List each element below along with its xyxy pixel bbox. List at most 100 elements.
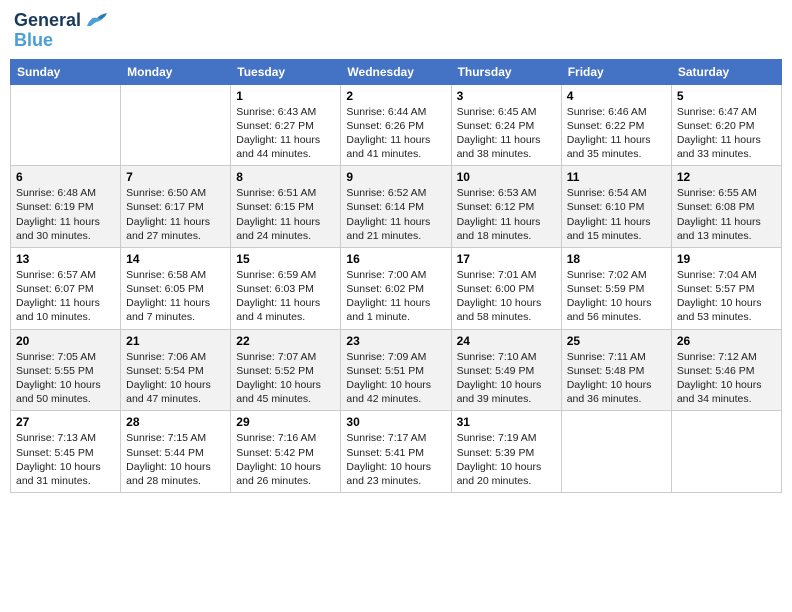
calendar-cell: 18 Sunrise: 7:02 AM Sunset: 5:59 PM Dayli… — [561, 247, 671, 329]
day-number: 6 — [16, 170, 115, 184]
weekday-header-friday: Friday — [561, 59, 671, 84]
calendar-cell: 5 Sunrise: 6:47 AM Sunset: 6:20 PM Daylig… — [671, 84, 781, 166]
day-number: 19 — [677, 252, 776, 266]
day-number: 4 — [567, 89, 666, 103]
day-number: 22 — [236, 334, 335, 348]
day-number: 3 — [457, 89, 556, 103]
day-info: Sunrise: 7:16 AM Sunset: 5:42 PM Dayligh… — [236, 431, 335, 488]
weekday-header-wednesday: Wednesday — [341, 59, 451, 84]
calendar-cell: 31 Sunrise: 7:19 AM Sunset: 5:39 PM Dayli… — [451, 411, 561, 493]
logo-text: General — [14, 10, 111, 32]
calendar-cell: 13 Sunrise: 6:57 AM Sunset: 6:07 PM Dayli… — [11, 247, 121, 329]
calendar-cell: 29 Sunrise: 7:16 AM Sunset: 5:42 PM Dayli… — [231, 411, 341, 493]
calendar-cell: 1 Sunrise: 6:43 AM Sunset: 6:27 PM Daylig… — [231, 84, 341, 166]
day-number: 5 — [677, 89, 776, 103]
day-info: Sunrise: 7:17 AM Sunset: 5:41 PM Dayligh… — [346, 431, 445, 488]
calendar-cell — [121, 84, 231, 166]
header: General Blue — [10, 10, 782, 51]
calendar-cell: 24 Sunrise: 7:10 AM Sunset: 5:49 PM Dayli… — [451, 329, 561, 411]
day-number: 10 — [457, 170, 556, 184]
day-info: Sunrise: 7:13 AM Sunset: 5:45 PM Dayligh… — [16, 431, 115, 488]
day-number: 9 — [346, 170, 445, 184]
day-info: Sunrise: 7:05 AM Sunset: 5:55 PM Dayligh… — [16, 350, 115, 407]
calendar-cell: 22 Sunrise: 7:07 AM Sunset: 5:52 PM Dayli… — [231, 329, 341, 411]
day-info: Sunrise: 7:04 AM Sunset: 5:57 PM Dayligh… — [677, 268, 776, 325]
day-number: 2 — [346, 89, 445, 103]
day-info: Sunrise: 6:44 AM Sunset: 6:26 PM Dayligh… — [346, 105, 445, 162]
day-info: Sunrise: 7:02 AM Sunset: 5:59 PM Dayligh… — [567, 268, 666, 325]
day-info: Sunrise: 7:12 AM Sunset: 5:46 PM Dayligh… — [677, 350, 776, 407]
day-number: 29 — [236, 415, 335, 429]
calendar-cell: 26 Sunrise: 7:12 AM Sunset: 5:46 PM Dayli… — [671, 329, 781, 411]
day-number: 23 — [346, 334, 445, 348]
day-number: 12 — [677, 170, 776, 184]
weekday-header-thursday: Thursday — [451, 59, 561, 84]
day-number: 26 — [677, 334, 776, 348]
day-info: Sunrise: 6:55 AM Sunset: 6:08 PM Dayligh… — [677, 186, 776, 243]
logo-blue: Blue — [14, 30, 53, 51]
day-number: 14 — [126, 252, 225, 266]
day-number: 17 — [457, 252, 556, 266]
calendar-cell: 7 Sunrise: 6:50 AM Sunset: 6:17 PM Daylig… — [121, 166, 231, 248]
day-info: Sunrise: 6:51 AM Sunset: 6:15 PM Dayligh… — [236, 186, 335, 243]
calendar-cell: 16 Sunrise: 7:00 AM Sunset: 6:02 PM Dayli… — [341, 247, 451, 329]
calendar-week-row: 6 Sunrise: 6:48 AM Sunset: 6:19 PM Daylig… — [11, 166, 782, 248]
day-info: Sunrise: 7:10 AM Sunset: 5:49 PM Dayligh… — [457, 350, 556, 407]
calendar-week-row: 1 Sunrise: 6:43 AM Sunset: 6:27 PM Daylig… — [11, 84, 782, 166]
calendar-cell: 3Sunrise: 6:45 AM Sunset: 6:24 PM Daylig… — [451, 84, 561, 166]
weekday-header-sunday: Sunday — [11, 59, 121, 84]
calendar-week-row: 20 Sunrise: 7:05 AM Sunset: 5:55 PM Dayli… — [11, 329, 782, 411]
day-number: 1 — [236, 89, 335, 103]
weekday-header-monday: Monday — [121, 59, 231, 84]
calendar-cell: 21 Sunrise: 7:06 AM Sunset: 5:54 PM Dayli… — [121, 329, 231, 411]
calendar-cell: 4 Sunrise: 6:46 AM Sunset: 6:22 PM Daylig… — [561, 84, 671, 166]
calendar-cell: 10 Sunrise: 6:53 AM Sunset: 6:12 PM Dayli… — [451, 166, 561, 248]
day-number: 18 — [567, 252, 666, 266]
day-info: Sunrise: 6:54 AM Sunset: 6:10 PM Dayligh… — [567, 186, 666, 243]
day-number: 27 — [16, 415, 115, 429]
weekday-header-saturday: Saturday — [671, 59, 781, 84]
day-info: Sunrise: 7:09 AM Sunset: 5:51 PM Dayligh… — [346, 350, 445, 407]
day-number: 20 — [16, 334, 115, 348]
day-info: Sunrise: 6:46 AM Sunset: 6:22 PM Dayligh… — [567, 105, 666, 162]
calendar: SundayMondayTuesdayWednesdayThursdayFrid… — [10, 59, 782, 493]
day-info: Sunrise: 6:59 AM Sunset: 6:03 PM Dayligh… — [236, 268, 335, 325]
day-info: Sunrise: 7:15 AM Sunset: 5:44 PM Dayligh… — [126, 431, 225, 488]
day-number: 21 — [126, 334, 225, 348]
day-info: Sunrise: 6:57 AM Sunset: 6:07 PM Dayligh… — [16, 268, 115, 325]
day-number: 30 — [346, 415, 445, 429]
day-info: Sunrise: 7:00 AM Sunset: 6:02 PM Dayligh… — [346, 268, 445, 325]
calendar-week-row: 27 Sunrise: 7:13 AM Sunset: 5:45 PM Dayli… — [11, 411, 782, 493]
day-info: Sunrise: 7:07 AM Sunset: 5:52 PM Dayligh… — [236, 350, 335, 407]
calendar-cell: 17 Sunrise: 7:01 AM Sunset: 6:00 PM Dayli… — [451, 247, 561, 329]
day-number: 31 — [457, 415, 556, 429]
day-number: 24 — [457, 334, 556, 348]
day-number: 8 — [236, 170, 335, 184]
day-info: Sunrise: 6:47 AM Sunset: 6:20 PM Dayligh… — [677, 105, 776, 162]
calendar-cell: 6 Sunrise: 6:48 AM Sunset: 6:19 PM Daylig… — [11, 166, 121, 248]
calendar-cell: 30 Sunrise: 7:17 AM Sunset: 5:41 PM Dayli… — [341, 411, 451, 493]
day-info: Sunrise: 7:01 AM Sunset: 6:00 PM Dayligh… — [457, 268, 556, 325]
day-info: Sunrise: 6:53 AM Sunset: 6:12 PM Dayligh… — [457, 186, 556, 243]
calendar-cell: 11 Sunrise: 6:54 AM Sunset: 6:10 PM Dayli… — [561, 166, 671, 248]
calendar-cell: 2 Sunrise: 6:44 AM Sunset: 6:26 PM Daylig… — [341, 84, 451, 166]
calendar-cell: 14Sunrise: 6:58 AM Sunset: 6:05 PM Dayli… — [121, 247, 231, 329]
logo-bird-icon — [83, 12, 111, 30]
calendar-cell: 15Sunrise: 6:59 AM Sunset: 6:03 PM Dayli… — [231, 247, 341, 329]
day-info: Sunrise: 7:06 AM Sunset: 5:54 PM Dayligh… — [126, 350, 225, 407]
weekday-header-tuesday: Tuesday — [231, 59, 341, 84]
calendar-week-row: 13 Sunrise: 6:57 AM Sunset: 6:07 PM Dayli… — [11, 247, 782, 329]
day-info: Sunrise: 6:50 AM Sunset: 6:17 PM Dayligh… — [126, 186, 225, 243]
day-info: Sunrise: 7:19 AM Sunset: 5:39 PM Dayligh… — [457, 431, 556, 488]
calendar-cell: 8 Sunrise: 6:51 AM Sunset: 6:15 PM Daylig… — [231, 166, 341, 248]
day-info: Sunrise: 7:11 AM Sunset: 5:48 PM Dayligh… — [567, 350, 666, 407]
day-info: Sunrise: 6:48 AM Sunset: 6:19 PM Dayligh… — [16, 186, 115, 243]
weekday-header-row: SundayMondayTuesdayWednesdayThursdayFrid… — [11, 59, 782, 84]
day-number: 13 — [16, 252, 115, 266]
day-number: 16 — [346, 252, 445, 266]
day-number: 7 — [126, 170, 225, 184]
calendar-cell: 28Sunrise: 7:15 AM Sunset: 5:44 PM Dayli… — [121, 411, 231, 493]
day-number: 11 — [567, 170, 666, 184]
calendar-cell — [671, 411, 781, 493]
day-info: Sunrise: 6:43 AM Sunset: 6:27 PM Dayligh… — [236, 105, 335, 162]
